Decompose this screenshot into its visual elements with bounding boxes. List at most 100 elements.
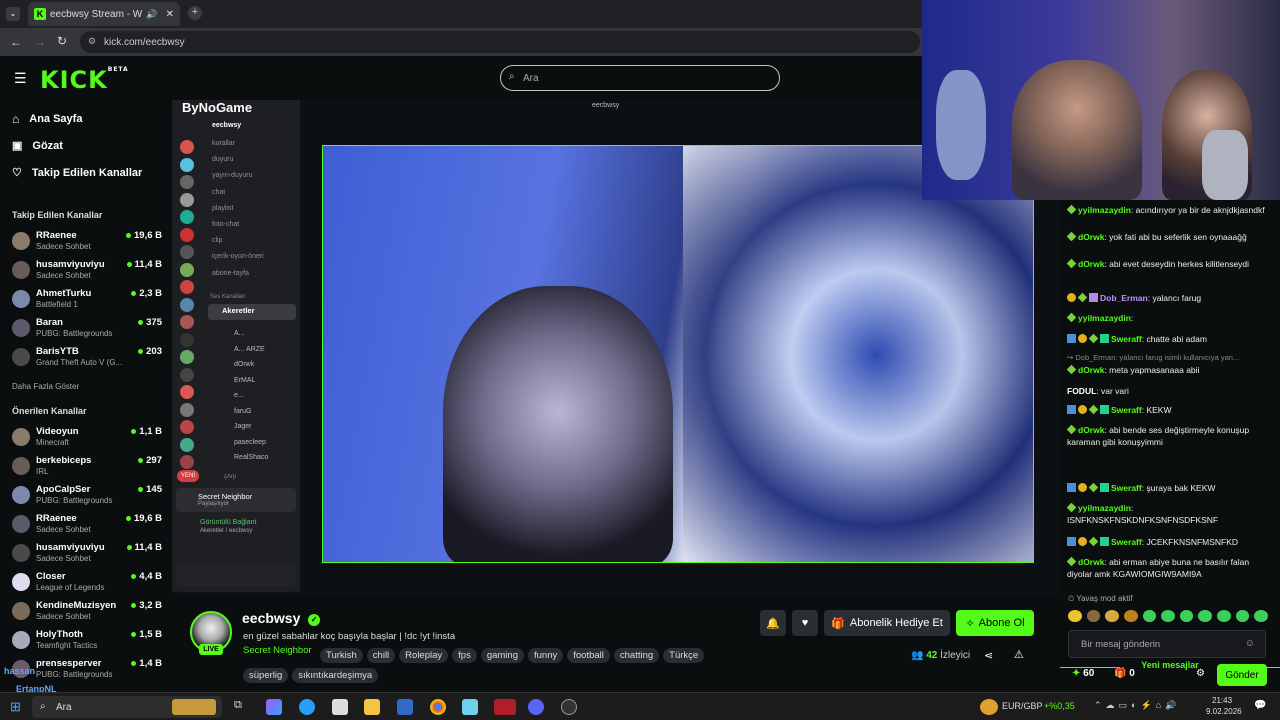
- chat-username[interactable]: Sweraff: [1111, 334, 1142, 344]
- notification-center-icon[interactable]: 💬: [1254, 700, 1266, 711]
- subscribe-button[interactable]: ✧ Abone Ol: [956, 610, 1034, 636]
- app-icon[interactable]: [494, 699, 516, 715]
- chat-username[interactable]: dOrwk: [1078, 365, 1104, 375]
- stream-tag[interactable]: sıkıntıkardeşimya: [292, 668, 379, 683]
- sidebar-channel[interactable]: berkebiceps IRL 297: [12, 453, 162, 479]
- sidebar-channel[interactable]: AhmetTurku Battlefield 1 2,3 B: [12, 286, 162, 312]
- nav-following[interactable]: ♡ Takip Edilen Kanallar: [12, 166, 142, 180]
- emote-icon[interactable]: [1254, 610, 1269, 622]
- gift-counter[interactable]: 🎁 0: [1114, 668, 1135, 679]
- stream-tag[interactable]: gaming: [480, 648, 524, 663]
- stream-tag[interactable]: süperlig: [243, 668, 289, 683]
- chat-username[interactable]: yyilmazaydin: [1078, 205, 1131, 215]
- sidebar-channel[interactable]: Closer League of Legends 4,4 B: [12, 569, 162, 595]
- channel-category: PUBG: Battlegrounds: [36, 496, 113, 505]
- chat-message-input[interactable]: Bir mesaj gönderin ☺: [1068, 630, 1266, 658]
- discord-server-icon: [180, 245, 194, 259]
- windows-start-icon[interactable]: ⊞: [10, 699, 21, 715]
- new-tab-button[interactable]: +: [188, 6, 202, 20]
- store-icon[interactable]: [332, 699, 348, 715]
- chat-settings-gear-icon[interactable]: ⚙: [1196, 668, 1205, 679]
- emote-icon[interactable]: [1217, 610, 1231, 622]
- kick-logo[interactable]: KICKBETA: [40, 66, 129, 94]
- share-icon[interactable]: ⋖: [984, 649, 993, 662]
- discord-icon[interactable]: [528, 699, 544, 715]
- obs-icon[interactable]: [561, 699, 577, 715]
- stream-tag[interactable]: fps: [452, 648, 477, 663]
- file-explorer-icon[interactable]: [364, 699, 380, 715]
- emote-icon[interactable]: [1235, 610, 1250, 622]
- back-arrow-icon[interactable]: ←: [10, 35, 22, 49]
- edge-icon[interactable]: [299, 699, 315, 715]
- mail-icon[interactable]: [397, 699, 413, 715]
- report-warning-icon[interactable]: ⚠: [1014, 648, 1024, 661]
- gift-subscription-button[interactable]: 🎁 Abonelik Hediye Et: [824, 610, 950, 636]
- sidebar-channel[interactable]: HolyThoth Teamfight Tactics 1,5 B: [12, 627, 162, 653]
- sidebar-channel[interactable]: husamviyuviyu Sadece Sohbet 11,4 B: [12, 257, 162, 283]
- chat-username[interactable]: dOrwk: [1078, 259, 1104, 269]
- sidebar-channel[interactable]: ApoCalpSer PUBG: Battlegrounds 145: [12, 482, 162, 508]
- chat-username[interactable]: yyilmazaydin: [1078, 313, 1131, 323]
- emote-icon[interactable]: [1161, 610, 1175, 622]
- emote-icon[interactable]: [1105, 610, 1119, 622]
- chat-username[interactable]: Sweraff: [1111, 483, 1142, 493]
- site-info-icon[interactable]: ⚙: [88, 36, 96, 47]
- chrome-icon[interactable]: [430, 699, 446, 715]
- reload-icon[interactable]: ↻: [57, 34, 67, 48]
- app-icon[interactable]: [462, 699, 478, 715]
- chat-username[interactable]: Dob_Erman: [1100, 293, 1148, 303]
- send-button[interactable]: Gönder: [1217, 664, 1267, 686]
- sidebar-channel[interactable]: RRaenee Sadece Sohbet 19,6 B: [12, 511, 162, 537]
- tab-search-button[interactable]: ⌄: [6, 7, 20, 21]
- search-input[interactable]: ⌕ Ara: [500, 65, 780, 91]
- emote-icon[interactable]: [1179, 610, 1194, 622]
- copilot-icon[interactable]: [266, 699, 282, 715]
- system-tray-icons[interactable]: ⌃☁▭◐⚡⌂🔊: [1094, 700, 1180, 711]
- nav-browse[interactable]: ▣ Gözat: [12, 139, 63, 153]
- chat-username[interactable]: Sweraff: [1111, 537, 1142, 547]
- nav-home[interactable]: ⌂ Ana Sayfa: [12, 112, 82, 126]
- stream-tag[interactable]: Roleplay: [399, 648, 449, 663]
- clock-time[interactable]: 21:43: [1212, 696, 1232, 705]
- task-view-icon[interactable]: ⧉: [234, 699, 250, 715]
- tab-close-icon[interactable]: ✕: [166, 9, 174, 20]
- chat-username[interactable]: dOrwk: [1078, 232, 1104, 242]
- stream-tag[interactable]: chill: [366, 648, 396, 663]
- emote-icon[interactable]: [1086, 610, 1101, 622]
- follow-heart-icon[interactable]: ♥: [792, 610, 818, 636]
- stream-tag[interactable]: funny: [528, 648, 564, 663]
- browser-tab-active[interactable]: K eecbwsy Stream - Watch Li 🔊 ✕: [28, 2, 180, 26]
- taskbar-search[interactable]: ⌕ Ara: [32, 696, 222, 718]
- currency-pair[interactable]: EUR/GBP: [1002, 701, 1043, 711]
- stream-tag[interactable]: Turkish: [320, 648, 363, 663]
- emoji-icon[interactable]: ☺: [1245, 638, 1255, 649]
- emote-icon[interactable]: [1198, 610, 1213, 622]
- notification-bell-icon[interactable]: 🔔: [760, 610, 786, 636]
- stream-tag[interactable]: chatting: [613, 648, 660, 663]
- chat-username[interactable]: yyilmazaydin: [1078, 503, 1131, 513]
- sidebar-channel[interactable]: BarisYTB Grand Theft Auto V (G... 203: [12, 344, 162, 370]
- stream-tag[interactable]: Türkçe: [663, 648, 705, 663]
- forward-arrow-icon[interactable]: →: [34, 35, 46, 49]
- channel-points[interactable]: ✦ 60: [1072, 668, 1094, 679]
- address-bar[interactable]: ⚙ kick.com/eecbwsy: [80, 31, 920, 53]
- emote-icon[interactable]: [1068, 610, 1082, 622]
- clock-date[interactable]: 9.02.2026: [1206, 707, 1242, 716]
- sidebar-channel[interactable]: Baran PUBG: Battlegrounds 375: [12, 315, 162, 341]
- menu-hamburger-icon[interactable]: ☰: [14, 70, 27, 87]
- chat-username[interactable]: FODUL: [1067, 386, 1096, 396]
- chat-username[interactable]: dOrwk: [1078, 557, 1104, 567]
- emote-icon[interactable]: [1123, 610, 1138, 622]
- sidebar-channel[interactable]: KendineMuzisyen Sadece Sohbet 3,2 B: [12, 598, 162, 624]
- streamer-name[interactable]: eecbwsy ✓: [242, 610, 321, 626]
- sidebar-channel[interactable]: Videoyun Minecraft 1,1 B: [12, 424, 162, 450]
- stream-category[interactable]: Secret Neighbor: [243, 645, 312, 656]
- emote-icon[interactable]: [1142, 610, 1157, 622]
- chat-username[interactable]: Sweraff: [1111, 405, 1142, 415]
- sidebar-channel[interactable]: husamviyuviyu Sadece Sohbet 11,4 B: [12, 540, 162, 566]
- tab-audio-icon[interactable]: 🔊: [146, 9, 157, 20]
- sidebar-channel[interactable]: RRaenee Sadece Sohbet 19,6 B: [12, 228, 162, 254]
- stream-tag[interactable]: football: [567, 648, 610, 663]
- chat-username[interactable]: dOrwk: [1078, 425, 1104, 435]
- show-more-link[interactable]: Daha Fazla Göster: [12, 382, 79, 391]
